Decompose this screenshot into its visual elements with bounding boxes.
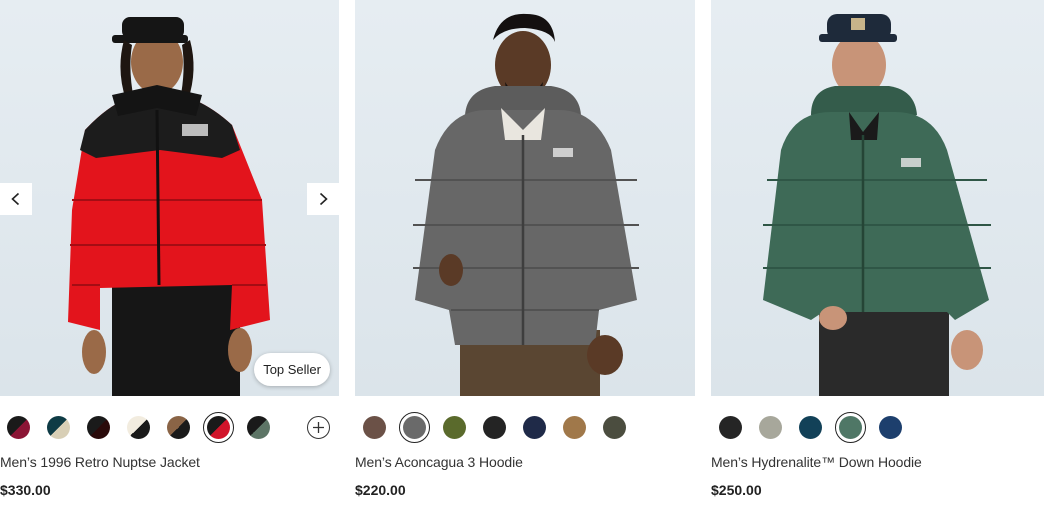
more-colors-button[interactable] [307, 416, 330, 439]
color-swatch[interactable] [47, 416, 70, 439]
model-photo [763, 14, 991, 396]
product-price: $250.00 [711, 482, 762, 498]
color-swatch[interactable] [759, 416, 782, 439]
product-price: $330.00 [0, 482, 51, 498]
model-photo [68, 17, 270, 396]
color-swatch[interactable] [127, 416, 150, 439]
color-swatch[interactable] [879, 416, 902, 439]
color-swatch[interactable] [719, 416, 742, 439]
plus-circle-icon [313, 422, 324, 433]
carousel-next-button[interactable] [307, 183, 339, 215]
model-photo [413, 13, 639, 396]
color-swatch [838, 415, 862, 439]
color-swatch [206, 415, 230, 439]
top-seller-badge: Top Seller [254, 353, 330, 386]
color-swatch[interactable] [7, 416, 30, 439]
product-image[interactable] [355, 0, 695, 396]
color-swatch[interactable] [167, 416, 190, 439]
color-swatch [402, 415, 426, 439]
color-swatch[interactable] [563, 416, 586, 439]
carousel-prev-button[interactable] [0, 183, 32, 215]
product-image[interactable] [711, 0, 1044, 396]
chevron-left-icon [11, 192, 20, 206]
product-name[interactable]: Men’s Hydrenalite™ Down Hoodie [711, 454, 922, 470]
color-swatch[interactable] [87, 416, 110, 439]
color-swatch[interactable] [799, 416, 822, 439]
color-swatch-selected[interactable] [835, 412, 866, 443]
product-name[interactable]: Men’s Aconcagua 3 Hoodie [355, 454, 523, 470]
product-card[interactable] [711, 0, 1044, 396]
color-swatch[interactable] [443, 416, 466, 439]
product-card[interactable]: Top Seller [0, 0, 339, 396]
product-name[interactable]: Men’s 1996 Retro Nuptse Jacket [0, 454, 200, 470]
product-price: $220.00 [355, 482, 406, 498]
color-swatch[interactable] [247, 416, 270, 439]
color-swatch-selected[interactable] [399, 412, 430, 443]
color-swatch[interactable] [603, 416, 626, 439]
color-swatch[interactable] [363, 416, 386, 439]
product-image[interactable]: Top Seller [0, 0, 339, 396]
chevron-right-icon [319, 192, 328, 206]
color-swatch[interactable] [483, 416, 506, 439]
color-swatch[interactable] [523, 416, 546, 439]
product-card[interactable] [355, 0, 695, 396]
color-swatch-selected[interactable] [203, 412, 234, 443]
